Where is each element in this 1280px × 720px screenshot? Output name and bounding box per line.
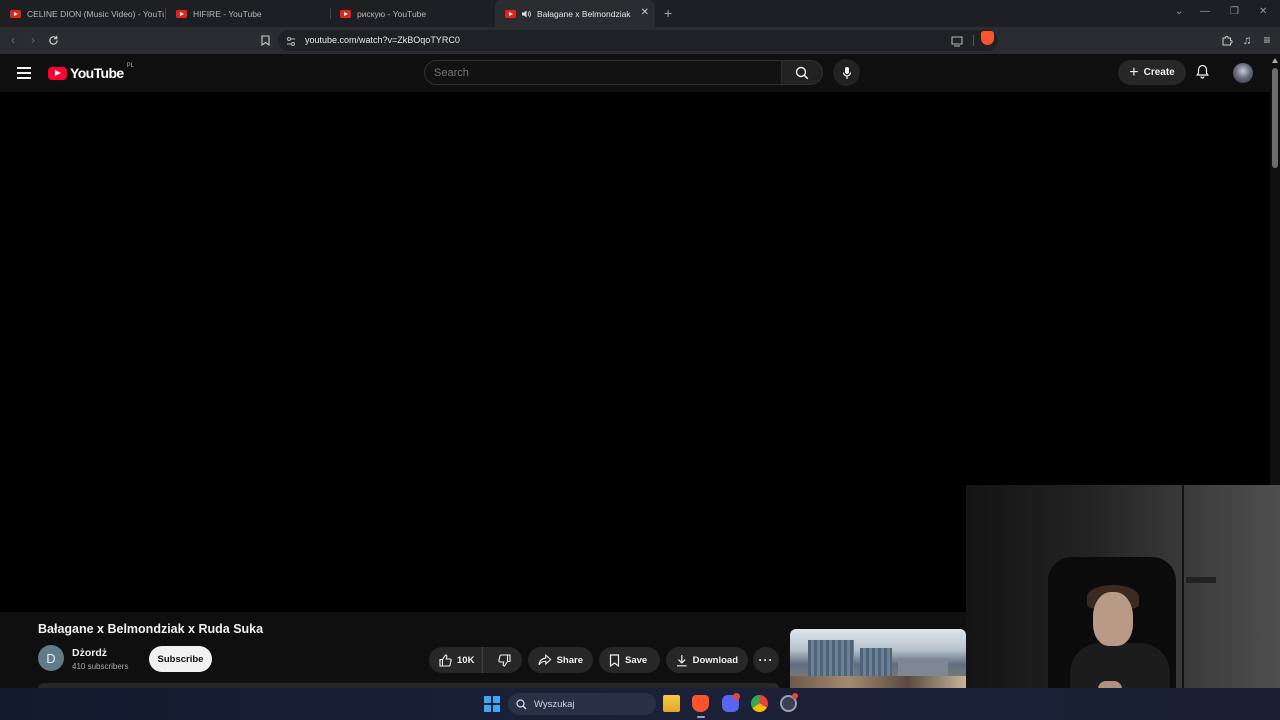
taskbar-search[interactable]: Wyszukaj	[508, 693, 656, 715]
chevron-down-icon[interactable]: ⌄	[1175, 6, 1183, 17]
webcam-wall-hook	[1186, 577, 1216, 583]
taskbar-active-indicator	[697, 716, 705, 718]
scroll-up-arrow-icon[interactable]	[1272, 58, 1278, 63]
thumbs-up-icon	[439, 653, 452, 667]
like-dislike-group: 10K	[429, 647, 522, 673]
youtube-play-logo-icon	[48, 66, 67, 80]
browser-tab[interactable]: CELINE DION (Music Video) - YouTube	[0, 0, 164, 27]
media-controls-icon[interactable]: ♫	[1238, 31, 1256, 49]
cast-icon[interactable]	[951, 34, 963, 52]
search-icon	[795, 66, 809, 79]
thumbs-down-icon	[498, 653, 511, 667]
webcam-person-hand	[1098, 681, 1122, 688]
tab-title: рискую - YouTube	[357, 8, 427, 19]
subscribe-button[interactable]: Subscribe	[149, 646, 212, 672]
extensions-icon[interactable]	[1218, 31, 1236, 49]
save-icon	[609, 653, 620, 667]
youtube-header: YouTube PL + Create	[0, 54, 1270, 92]
browser-tab-strip: CELINE DION (Music Video) - YouTube HIFI…	[0, 0, 1280, 27]
minimize-icon[interactable]: —	[1200, 6, 1210, 17]
windows-taskbar: Wyszukaj	[0, 688, 1280, 720]
guide-menu-icon[interactable]	[17, 67, 31, 82]
brave-icon[interactable]	[692, 695, 709, 712]
save-button[interactable]: Save	[599, 647, 660, 673]
notification-badge	[733, 693, 740, 700]
scrollbar-thumb[interactable]	[1272, 68, 1278, 168]
youtube-logo-text: YouTube	[70, 65, 124, 81]
download-button[interactable]: Download	[666, 647, 748, 673]
youtube-favicon-icon	[340, 9, 351, 18]
webcam-person-head	[1093, 592, 1133, 646]
share-icon	[538, 654, 552, 666]
browser-tab[interactable]: HIFIRE - YouTube	[166, 0, 330, 27]
toolbar-divider	[973, 35, 974, 46]
download-icon	[676, 654, 687, 666]
youtube-favicon-icon	[176, 9, 187, 18]
search-box	[424, 60, 782, 85]
subscriber-count: 410 subscribers	[72, 662, 129, 671]
tab-title: HIFIRE - YouTube	[193, 8, 262, 19]
video-title: Bałagane x Belmondziak x Ruda Suka	[38, 622, 264, 636]
bookmark-icon[interactable]	[256, 31, 274, 49]
speaker-icon[interactable]	[522, 10, 531, 18]
channel-name[interactable]: Dżordż	[72, 647, 107, 659]
browser-tab-active[interactable]: Bałagane x Belmondziak x Ruda Suka ✕	[495, 0, 655, 27]
file-explorer-icon[interactable]	[663, 695, 680, 712]
taskbar-search-placeholder: Wyszukaj	[534, 698, 575, 710]
restore-icon[interactable]: ❐	[1230, 6, 1239, 17]
chrome-icon[interactable]	[751, 695, 768, 712]
webcam-person-body	[1070, 643, 1170, 688]
like-count: 10K	[457, 654, 475, 666]
share-button[interactable]: Share	[528, 647, 593, 673]
browser-menu-icon[interactable]: ≡	[1258, 31, 1276, 49]
tab-title: Bałagane x Belmondziak x Ruda Suka	[537, 8, 631, 19]
dislike-button[interactable]	[488, 647, 522, 673]
notification-badge	[792, 693, 798, 699]
create-button[interactable]: + Create	[1118, 60, 1186, 85]
notifications-icon[interactable]	[1196, 64, 1209, 84]
channel-avatar[interactable]: D	[38, 645, 64, 671]
site-settings-icon[interactable]	[286, 34, 296, 52]
search-input[interactable]	[434, 67, 764, 79]
browser-toolbar: ‹ › youtube.com/watch?v=ZkBOqoTYRC0 ♫ ≡	[0, 27, 1280, 54]
browser-tab[interactable]: рискую - YouTube	[330, 0, 494, 27]
share-label: Share	[556, 654, 583, 666]
new-tab-icon[interactable]: +	[664, 5, 672, 21]
url-text: youtube.com/watch?v=ZkBOqoTYRC0	[305, 35, 460, 45]
download-label: Download	[692, 654, 738, 666]
webcam-overlay	[966, 485, 1280, 688]
windows-start-icon[interactable]	[484, 696, 500, 712]
thumbnail-crowd	[790, 676, 966, 688]
like-button[interactable]: 10K	[429, 647, 483, 673]
webcam-door-edge	[1182, 485, 1184, 688]
address-bar[interactable]: youtube.com/watch?v=ZkBOqoTYRC0	[278, 30, 998, 51]
plus-icon: +	[1129, 63, 1139, 81]
youtube-favicon-icon	[505, 9, 516, 18]
account-avatar[interactable]	[1233, 63, 1253, 83]
country-code: PL	[126, 63, 134, 69]
close-tab-icon[interactable]: ✕	[641, 7, 649, 18]
back-icon[interactable]: ‹	[4, 31, 22, 49]
search-button[interactable]	[781, 60, 823, 85]
recommended-video-thumbnail[interactable]	[790, 629, 966, 688]
voice-search-button[interactable]	[833, 59, 860, 86]
forward-icon[interactable]: ›	[24, 31, 42, 49]
microphone-icon	[842, 66, 851, 79]
youtube-favicon-icon	[10, 9, 21, 18]
reload-icon[interactable]	[44, 31, 62, 49]
youtube-logo[interactable]: YouTube PL	[48, 63, 134, 81]
brave-shields-icon[interactable]	[981, 31, 994, 45]
search-icon	[516, 698, 527, 709]
create-label: Create	[1143, 67, 1175, 78]
close-window-icon[interactable]: ✕	[1259, 6, 1267, 17]
save-label: Save	[625, 654, 648, 666]
more-actions-icon[interactable]: ···	[753, 647, 779, 673]
tab-title: CELINE DION (Music Video) - YouTube	[27, 8, 164, 19]
